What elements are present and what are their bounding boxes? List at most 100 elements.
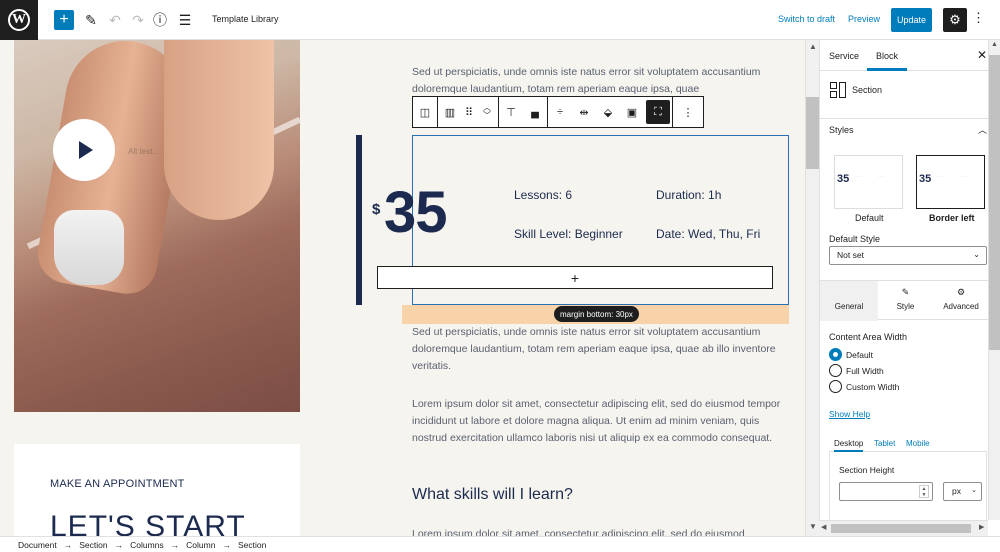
arrow-right-icon: →	[170, 539, 180, 550]
switch-to-draft-button[interactable]: Switch to draft	[778, 14, 835, 24]
align-top-button[interactable]: ⊤	[499, 97, 523, 127]
video-play-button[interactable]	[53, 119, 115, 181]
horizontal-spacing-button[interactable]: ⇹	[572, 97, 596, 127]
sidebar-tabs: Service Block ✕	[820, 40, 988, 71]
duration-text: Duration: 1h	[656, 188, 722, 202]
tab-service[interactable]: Service	[829, 51, 859, 61]
tab-advanced[interactable]: ⚙ Advanced	[933, 281, 988, 321]
canvas-scroll-thumb[interactable]	[806, 97, 819, 169]
skills-heading[interactable]: What skills will I learn?	[412, 486, 573, 504]
background-color-button[interactable]: ⬙	[596, 97, 620, 127]
image-icon: ▣	[626, 106, 638, 119]
close-sidebar-button[interactable]: ✕	[977, 48, 987, 62]
redo-button[interactable]: ↷	[129, 8, 147, 32]
radio-default[interactable]	[829, 348, 842, 361]
section-height-input[interactable]: ▲ ▼	[839, 482, 933, 501]
preview-text-line: ·······	[937, 174, 944, 178]
tab-desktop[interactable]: Desktop	[834, 439, 864, 452]
width-option-full[interactable]: Full Width	[829, 364, 884, 377]
list-view-button[interactable]: ☰	[176, 8, 194, 32]
undo-button[interactable]: ↶	[106, 8, 124, 32]
scroll-up-icon[interactable]: ▲	[809, 42, 817, 51]
full-width-icon: ⛶	[654, 105, 662, 118]
tab-block[interactable]: Block	[876, 51, 898, 61]
chevron-up-icon[interactable]: ︿	[978, 123, 987, 136]
runner-image[interactable]	[14, 40, 300, 412]
wordpress-logo[interactable]: W	[0, 0, 38, 40]
gear-icon: ⚙	[949, 12, 961, 27]
document-title[interactable]: Template Library	[212, 14, 279, 24]
brush-icon: ✎	[901, 287, 910, 297]
show-help-link[interactable]: Show Help	[829, 409, 870, 419]
scroll-down-icon[interactable]: ▼	[809, 522, 817, 531]
tab-tablet[interactable]: Tablet	[874, 439, 895, 448]
drag-handle[interactable]: ⠿	[462, 97, 476, 127]
canvas-scrollbar[interactable]: ▲ ▼	[805, 40, 819, 536]
styles-panel-title[interactable]: Styles	[829, 125, 854, 135]
tab-general[interactable]: General	[820, 281, 878, 321]
breadcrumb-section[interactable]: Section	[79, 540, 107, 550]
scroll-right-icon[interactable]: ▶	[979, 523, 984, 531]
chevron-down-icon: ⌄	[973, 250, 980, 259]
block-type-button[interactable]: ▥	[438, 97, 462, 127]
block-appender-button[interactable]: +	[377, 266, 773, 289]
toolbar-group-spacing: ÷ ⇹ ⬙ ▣ ⛶	[548, 97, 673, 127]
details-button[interactable]: ⓘ	[151, 8, 169, 32]
breadcrumb-document[interactable]: Document	[18, 540, 57, 550]
tab-style-label: Style	[896, 302, 915, 311]
sidebar-scrollbar[interactable]: ▲	[988, 40, 1000, 520]
breadcrumb-section-current[interactable]: Section	[238, 540, 266, 550]
pencil-icon: ✎	[85, 11, 97, 28]
paragraph-1[interactable]: Sed ut perspiciatis, unde omnis iste nat…	[412, 324, 792, 375]
align-bottom-button[interactable]: ▄	[523, 97, 547, 127]
tab-style[interactable]: ✎ Style	[878, 281, 933, 321]
paragraph-3[interactable]: Lorem ipsum dolor sit amet, consectetur …	[412, 526, 792, 536]
toolbar-group-more: ⋮	[673, 97, 703, 127]
scroll-up-icon[interactable]: ▲	[991, 41, 998, 48]
block-card-title: Section	[852, 85, 883, 95]
horizontal-scroll-thumb[interactable]	[831, 524, 971, 533]
scroll-left-icon[interactable]: ◀	[821, 523, 826, 531]
height-unit-value: px	[952, 486, 961, 496]
vertical-spacing-button[interactable]: ÷	[548, 97, 572, 127]
background-image-button[interactable]: ▣	[620, 97, 644, 127]
edit-tools-button[interactable]: ✎	[82, 8, 100, 32]
section-icon: ▥	[444, 106, 456, 119]
select-parent-button[interactable]: ◫	[413, 97, 437, 127]
breadcrumb-column[interactable]: Column	[186, 540, 215, 550]
radio-full-width[interactable]	[829, 364, 842, 377]
sidebar-horizontal-scrollbar[interactable]: ◀ ▶	[819, 520, 988, 536]
full-width-toggle[interactable]: ⛶	[646, 100, 670, 124]
close-icon: ✕	[977, 48, 988, 62]
width-option-custom[interactable]: Custom Width	[829, 380, 899, 393]
move-up-down-buttons[interactable]: ︿ ﹀	[476, 97, 498, 127]
device-tabs: Desktop Tablet Mobile	[829, 436, 987, 452]
image-knee	[164, 40, 274, 220]
radio-custom-width[interactable]	[829, 380, 842, 393]
default-style-value: Not set	[837, 250, 864, 260]
add-block-button[interactable]: +	[54, 10, 74, 30]
sidebar-scroll-thumb[interactable]	[989, 55, 1000, 350]
height-unit-select[interactable]: px ⌄	[943, 482, 982, 501]
settings-button[interactable]: ⚙	[943, 8, 967, 32]
chevron-down-icon: ﹀	[483, 111, 491, 120]
preview-button[interactable]: Preview	[848, 14, 880, 24]
options-menu-button[interactable]: ⋮	[972, 10, 985, 26]
paragraph-top[interactable]: Sed ut perspiciatis, unde omnis iste nat…	[412, 64, 792, 98]
toolbar-group-align: ⊤ ▄	[499, 97, 548, 127]
pricing-section[interactable]: $ 35 Lessons: 6 Duration: 1h Skill Level…	[356, 135, 789, 305]
content-area-width-label: Content Area Width	[829, 332, 908, 342]
style-border-left-preview[interactable]: 35 ······· ·······	[916, 155, 985, 209]
tab-mobile[interactable]: Mobile	[906, 439, 930, 448]
settings-sub-tabs: General ✎ Style ⚙ Advanced	[820, 280, 988, 321]
block-options-button[interactable]: ⋮	[673, 97, 703, 127]
default-style-select[interactable]: Not set ⌄	[829, 246, 987, 265]
width-option-default[interactable]: Default	[829, 348, 873, 361]
breadcrumb-columns[interactable]: Columns	[130, 540, 164, 550]
border-left-accent	[356, 135, 362, 305]
update-button[interactable]: Update	[891, 8, 932, 32]
style-default-preview[interactable]: 35 ······· ·······	[834, 155, 903, 209]
number-spinner[interactable]: ▲ ▼	[919, 485, 929, 498]
preview-text-line: ·······	[878, 174, 885, 178]
paragraph-2[interactable]: Lorem ipsum dolor sit amet, consectetur …	[412, 396, 792, 447]
